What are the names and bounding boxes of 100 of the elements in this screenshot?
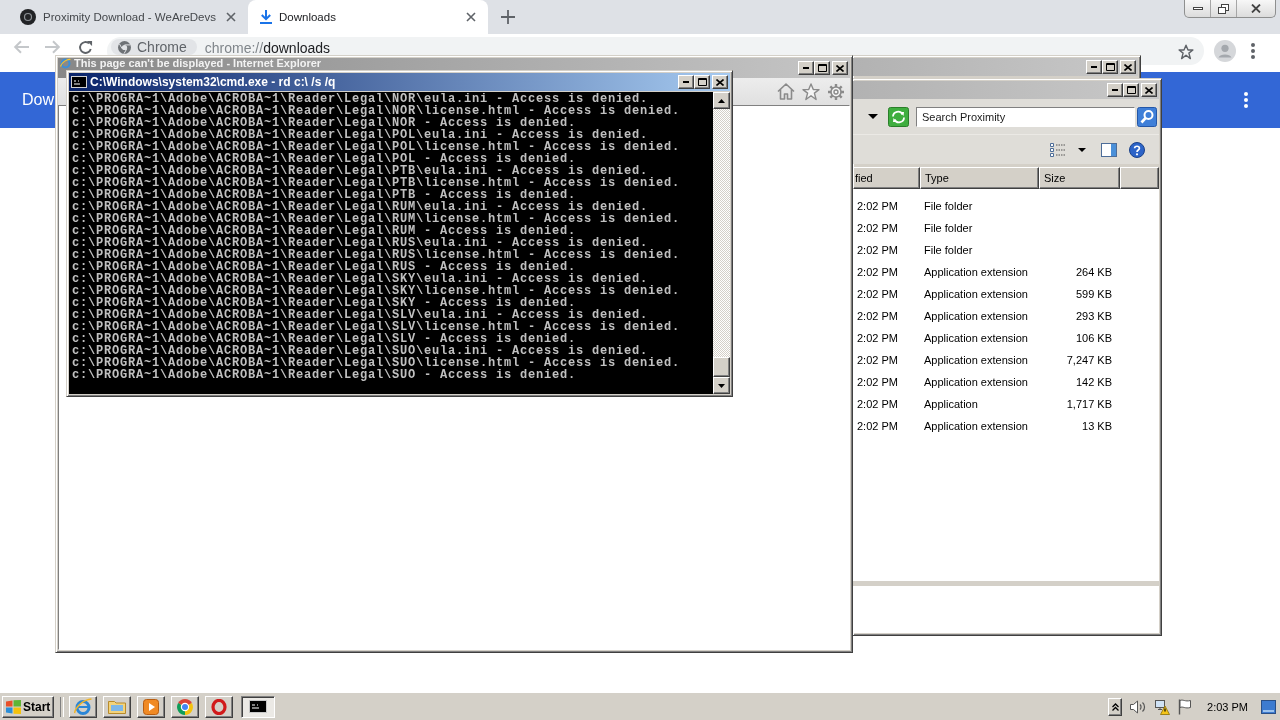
scroll-up-button[interactable] xyxy=(713,92,730,109)
refresh-button[interactable] xyxy=(888,106,909,127)
close-icon xyxy=(1124,63,1132,71)
close-tab-button[interactable] xyxy=(465,11,477,23)
table-cell: Application xyxy=(924,397,978,411)
close-icon xyxy=(1145,86,1153,94)
star-icon xyxy=(1178,44,1194,60)
console-line: c:\PROGRA~1\Adobe\ACROBA~1\Reader\Legal\SKY\license.html - Access is denied. xyxy=(72,285,681,297)
table-cell: 2:02 PM xyxy=(857,375,898,389)
console-line: c:\PROGRA~1\Adobe\ACROBA~1\Reader\Legal\RUM - Access is denied. xyxy=(72,225,577,237)
maximize-button[interactable] xyxy=(1123,83,1139,97)
table-cell: File folder xyxy=(924,199,973,213)
column-header[interactable]: fied xyxy=(853,167,920,189)
folder-icon xyxy=(108,699,126,714)
table-cell: File folder xyxy=(924,243,973,257)
up-triangle-icon xyxy=(718,98,725,103)
browser-tab[interactable]: Proximity Download - WeAreDevs xyxy=(8,0,248,34)
task-button[interactable] xyxy=(241,695,275,718)
network-button[interactable] xyxy=(1154,698,1171,715)
close-tab-button[interactable] xyxy=(225,11,237,23)
table-cell: Application extension xyxy=(924,265,1028,279)
console-line: c:\PROGRA~1\Adobe\ACROBA~1\Reader\Legal\RUM\license.html - Access is denied. xyxy=(72,213,681,225)
maximize-button[interactable] xyxy=(694,75,710,89)
url-text: chrome://downloads xyxy=(204,42,331,55)
settings-button[interactable] xyxy=(827,82,845,101)
chevron-up-icon xyxy=(1111,702,1119,711)
forward-arrow-icon xyxy=(45,40,61,54)
show-hidden-icons-button[interactable] xyxy=(1108,697,1123,716)
start-button[interactable]: Start xyxy=(2,695,54,718)
page-title: Dow xyxy=(22,91,54,109)
table-cell: 2:02 PM xyxy=(857,419,898,433)
quick-launch-button[interactable] xyxy=(171,695,199,718)
back-arrow-icon xyxy=(13,40,29,54)
quick-launch-button[interactable] xyxy=(103,695,131,718)
download-icon xyxy=(260,10,272,24)
close-button[interactable] xyxy=(712,75,728,89)
scroll-thumb[interactable] xyxy=(713,357,730,377)
windows-logo-icon xyxy=(6,699,21,714)
quick-launch-button[interactable] xyxy=(137,695,165,718)
table-cell: Application extension xyxy=(924,287,1028,301)
maximize-button[interactable] xyxy=(814,61,830,75)
list-view-icon xyxy=(1050,142,1066,157)
minimize-icon xyxy=(803,67,809,69)
app-logo-icon xyxy=(60,58,71,69)
table-cell: 2:02 PM xyxy=(857,309,898,323)
console-line: c:\PROGRA~1\Adobe\ACROBA~1\Reader\Legal\POL\license.html - Access is denied. xyxy=(72,141,681,153)
show-desktop-button[interactable] xyxy=(1261,699,1276,714)
console-line: c:\PROGRA~1\Adobe\ACROBA~1\Reader\Legal\SLV\license.html - Access is denied. xyxy=(72,321,681,333)
browser-tab[interactable]: Downloads xyxy=(248,0,488,34)
clock[interactable]: 2:03 PM xyxy=(1207,700,1248,713)
console-line: c:\PROGRA~1\Adobe\ACROBA~1\Reader\Legal\SUO\eula.ini - Access is denied. xyxy=(72,345,649,357)
console-line: c:\PROGRA~1\Adobe\ACROBA~1\Reader\Legal\NOR\eula.ini - Access is denied. xyxy=(72,93,649,105)
origin-chip[interactable]: Chrome xyxy=(111,39,197,55)
maximize-icon xyxy=(817,64,827,72)
search-button[interactable] xyxy=(1137,106,1157,127)
minimize-icon xyxy=(1112,89,1118,91)
table-cell: Application extension xyxy=(924,309,1028,323)
console-line: c:\PROGRA~1\Adobe\ACROBA~1\Reader\Legal\SUO\license.html - Access is denied. xyxy=(72,357,681,369)
column-header[interactable]: Size xyxy=(1039,167,1120,189)
column-header[interactable] xyxy=(1120,167,1159,189)
help-button[interactable] xyxy=(1129,141,1145,158)
close-icon xyxy=(466,12,476,22)
desktop-icon xyxy=(1261,699,1276,714)
close-button[interactable] xyxy=(1120,60,1136,74)
views-button[interactable] xyxy=(1050,142,1086,157)
bookmark-button[interactable] xyxy=(1178,44,1194,60)
more-icon xyxy=(1251,43,1255,59)
maximize-icon xyxy=(1105,63,1115,71)
flag-icon xyxy=(1178,698,1192,715)
console-line: c:\PROGRA~1\Adobe\ACROBA~1\Reader\Legal\PTB\eula.ini - Access is denied. xyxy=(72,165,649,177)
table-cell: 1,717 KB xyxy=(1066,397,1112,411)
scrollbar[interactable] xyxy=(713,92,730,394)
console-line: c:\PROGRA~1\Adobe\ACROBA~1\Reader\Legal\RUS - Access is denied. xyxy=(72,261,577,273)
volume-button[interactable] xyxy=(1130,699,1147,714)
close-button[interactable] xyxy=(832,61,848,75)
close-button[interactable] xyxy=(1141,83,1157,97)
quick-launch-button[interactable] xyxy=(69,695,97,718)
terminal-icon xyxy=(71,76,87,88)
table-cell: 2:02 PM xyxy=(857,397,898,411)
favorites-button[interactable] xyxy=(802,82,820,101)
close-icon xyxy=(716,78,724,86)
table-cell: 2:02 PM xyxy=(857,353,898,367)
home-button[interactable] xyxy=(777,83,795,100)
table-cell: 2:02 PM xyxy=(857,221,898,235)
console-line: c:\PROGRA~1\Adobe\ACROBA~1\Reader\Legal\RUS\license.html - Access is denied. xyxy=(72,249,681,261)
console-line: c:\PROGRA~1\Adobe\ACROBA~1\Reader\Legal\POL - Access is denied. xyxy=(72,153,577,165)
action-center-button[interactable] xyxy=(1178,698,1192,715)
column-header[interactable]: Type xyxy=(920,167,1039,189)
preview-pane-button[interactable] xyxy=(1101,142,1117,157)
maximize-button[interactable] xyxy=(1102,60,1118,74)
console-line: c:\PROGRA~1\Adobe\ACROBA~1\Reader\Legal\PTB\license.html - Access is denied. xyxy=(72,177,681,189)
down-triangle-icon xyxy=(718,383,725,388)
table-cell: 2:02 PM xyxy=(857,243,898,257)
history-dropdown-button[interactable] xyxy=(868,114,878,119)
scroll-down-button[interactable] xyxy=(713,377,730,394)
table-cell: 264 KB xyxy=(1075,265,1112,279)
close-icon xyxy=(836,64,844,72)
quick-launch-button[interactable] xyxy=(205,695,233,718)
console-line: c:\PROGRA~1\Adobe\ACROBA~1\Reader\Legal\NOR - Access is denied. xyxy=(72,117,577,129)
search-field[interactable]: Search Proximity xyxy=(916,106,1135,127)
